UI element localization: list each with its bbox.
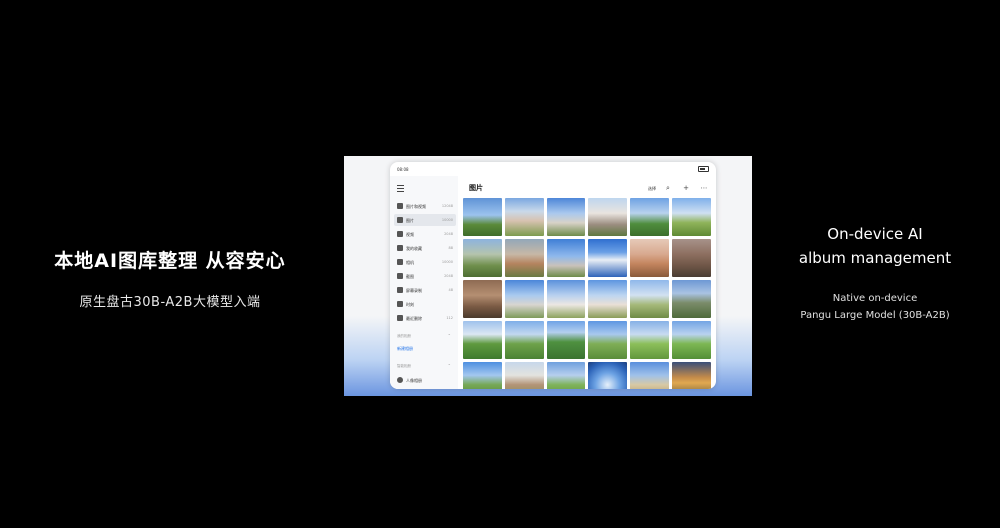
- english-subtitle: Native on-device Pangu Large Model (30B-…: [770, 290, 980, 324]
- moments-icon: [397, 301, 403, 307]
- photo-thumbnail[interactable]: [672, 362, 711, 389]
- photo-thumbnail[interactable]: [672, 321, 711, 359]
- photo-thumbnail[interactable]: [546, 280, 586, 318]
- sidebar-item-count: 112: [446, 316, 453, 320]
- photo-thumbnail[interactable]: [504, 198, 544, 236]
- english-title: On-device AI album management: [770, 222, 980, 270]
- screen-record-icon: [397, 287, 403, 293]
- sidebar-item-count: 2048: [444, 232, 453, 236]
- heart-icon: [397, 245, 403, 251]
- photo-grid: [463, 198, 711, 389]
- photo-thumbnail[interactable]: [504, 280, 544, 318]
- photo-thumbnail[interactable]: [672, 280, 711, 318]
- photo-thumbnail[interactable]: [630, 362, 670, 389]
- sidebar-item-images[interactable]: 图片 10000: [394, 214, 456, 226]
- english-title-line1: On-device AI: [827, 225, 923, 243]
- photo-thumbnail[interactable]: [588, 239, 628, 277]
- photo-thumbnail[interactable]: [463, 198, 502, 236]
- person-icon: [397, 377, 403, 383]
- sidebar-item-count: 48: [448, 288, 453, 292]
- sidebar-item-label: 最近删除: [406, 316, 422, 321]
- section-smart-albums: 智能相册: [397, 364, 411, 368]
- photo-thumbnail[interactable]: [630, 280, 670, 318]
- battery-icon: [698, 166, 709, 172]
- trash-icon: [397, 315, 403, 321]
- sidebar-item-label: 截图: [406, 274, 414, 279]
- photo-thumbnail[interactable]: [463, 280, 502, 318]
- sidebar-item-count: 88: [448, 246, 453, 250]
- sidebar-item-label: 图片: [406, 218, 414, 223]
- page-title: 图片: [469, 184, 483, 192]
- sidebar-item-count: 2048: [444, 274, 453, 278]
- sidebar-item-moments[interactable]: 时刻: [394, 298, 456, 310]
- status-bar: 08:08: [390, 162, 716, 176]
- sidebar-item-portraits[interactable]: 人像相册: [394, 374, 456, 386]
- photo-thumbnail[interactable]: [463, 239, 502, 277]
- sidebar-item-camera[interactable]: 相机 10000: [394, 256, 456, 268]
- photo-thumbnail[interactable]: [672, 239, 711, 277]
- sidebar-item-photos-videos[interactable]: 图片和视频 12048: [394, 200, 456, 212]
- photo-thumbnail[interactable]: [504, 321, 544, 359]
- sidebar: 图片和视频 12048 图片 10000 视频 2048 我的收藏 88 相机: [390, 176, 458, 389]
- video-icon: [397, 231, 403, 237]
- sidebar-item-label: 图片和视频: [406, 204, 426, 209]
- slide-subline: 原生盘古30B-A2B大模型入端: [79, 295, 261, 310]
- presentation-screen: 08:08 图片和视频 12048 图片 10000 视频 2048 我的收藏 …: [344, 156, 752, 396]
- sidebar-item-label: 时刻: [406, 302, 414, 307]
- photo-thumbnail[interactable]: [588, 321, 628, 359]
- sidebar-item-label: 视频: [406, 232, 414, 237]
- sidebar-item-screen-recordings[interactable]: 屏幕录制 48: [394, 284, 456, 296]
- sidebar-item-count: 10000: [441, 218, 453, 222]
- photo-thumbnail[interactable]: [672, 198, 711, 236]
- more-icon[interactable]: ⋯: [700, 184, 708, 192]
- sidebar-item-favorites[interactable]: 我的收藏 88: [394, 242, 456, 254]
- sidebar-item-videos[interactable]: 视频 2048: [394, 228, 456, 240]
- sidebar-item-label: 我的收藏: [406, 246, 422, 251]
- screenshot-icon: [397, 273, 403, 279]
- photo-thumbnail[interactable]: [630, 239, 670, 277]
- photo-thumbnail[interactable]: [588, 280, 628, 318]
- photo-thumbnail[interactable]: [546, 362, 586, 389]
- select-button[interactable]: 选择: [648, 186, 656, 192]
- add-icon[interactable]: +: [682, 184, 690, 192]
- photo-thumbnail[interactable]: [588, 362, 628, 389]
- sidebar-item-recently-deleted[interactable]: 最近删除 112: [394, 312, 456, 324]
- chevron-up-icon[interactable]: ⌃: [448, 363, 451, 368]
- photos-videos-icon: [397, 203, 403, 209]
- sidebar-item-count: 10000: [441, 260, 453, 264]
- image-icon: [397, 217, 403, 223]
- photo-thumbnail[interactable]: [546, 239, 586, 277]
- photo-thumbnail[interactable]: [504, 239, 544, 277]
- photo-thumbnail[interactable]: [463, 321, 502, 359]
- sidebar-item-screenshots[interactable]: 截图 2048: [394, 270, 456, 282]
- photo-thumbnail[interactable]: [630, 321, 670, 359]
- status-time: 08:08: [397, 167, 409, 172]
- chevron-up-icon[interactable]: ⌃: [448, 333, 451, 338]
- english-title-line2: album management: [798, 249, 952, 267]
- new-album-link[interactable]: 新建相册: [397, 346, 413, 352]
- sidebar-item-label: 屏幕录制: [406, 288, 422, 293]
- sidebar-item-count: 12048: [441, 204, 453, 208]
- photo-thumbnail[interactable]: [546, 198, 586, 236]
- slide-headline: 本地AI图库整理 从容安心: [54, 250, 286, 272]
- sidebar-item-label: 人像相册: [406, 378, 422, 383]
- tablet-gallery-app: 08:08 图片和视频 12048 图片 10000 视频 2048 我的收藏 …: [390, 162, 716, 389]
- right-caption: On-device AI album management Native on-…: [770, 222, 980, 324]
- photo-thumbnail[interactable]: [588, 198, 628, 236]
- section-my-albums: 我的相册: [397, 334, 411, 338]
- menu-icon[interactable]: [397, 185, 404, 192]
- photo-thumbnail[interactable]: [546, 321, 586, 359]
- english-subtitle-line1: Native on-device: [832, 293, 918, 304]
- search-icon[interactable]: ⌕: [664, 184, 672, 192]
- photo-thumbnail[interactable]: [463, 362, 502, 389]
- photo-thumbnail[interactable]: [504, 362, 544, 389]
- gallery-content: 图片 选择 ⌕ + ⋯: [458, 176, 716, 389]
- english-subtitle-line2: Pangu Large Model (30B-A2B): [800, 310, 950, 321]
- photo-thumbnail[interactable]: [630, 198, 670, 236]
- left-caption: 本地AI图库整理 从容安心 原生盘古30B-A2B大模型入端: [0, 246, 340, 310]
- sidebar-item-label: 相机: [406, 260, 414, 265]
- camera-icon: [397, 259, 403, 265]
